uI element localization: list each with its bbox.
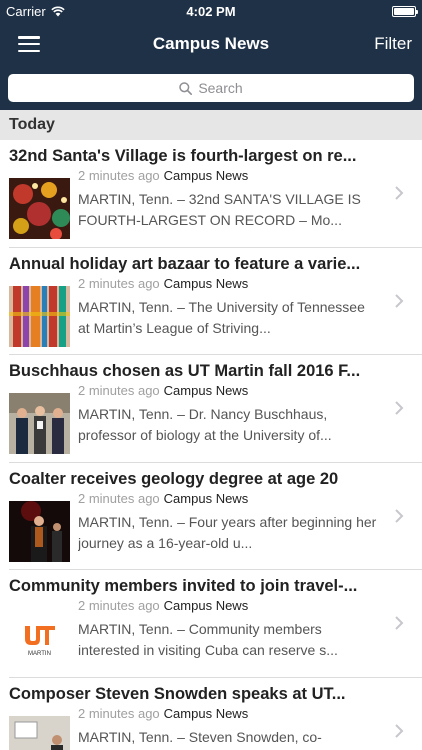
category-label: Campus News bbox=[163, 383, 249, 398]
timestamp: 2 minutes ago bbox=[78, 490, 160, 506]
timestamp: 2 minutes ago bbox=[78, 705, 160, 721]
menu-icon[interactable] bbox=[18, 36, 40, 52]
news-list: 32nd Santa's Village is fourth-largest o… bbox=[0, 140, 422, 750]
chevron-right-icon bbox=[395, 186, 404, 200]
news-snippet: MARTIN, Tenn. – 32nd SANTA'S VILLAGE IS … bbox=[78, 191, 361, 228]
category-label: Campus News bbox=[163, 490, 249, 506]
search-bar: Search bbox=[0, 66, 422, 110]
news-item[interactable]: Annual holiday art bazaar to feature a v… bbox=[0, 248, 422, 355]
news-snippet: MARTIN, Tenn. – Four years after beginni… bbox=[78, 513, 377, 551]
news-item[interactable]: Coalter receives geology degree at age 2… bbox=[0, 463, 422, 570]
nav-bar: Campus News Filter bbox=[0, 22, 422, 66]
news-thumbnail: MARTIN bbox=[9, 608, 70, 669]
news-item[interactable]: Community members invited to join travel… bbox=[0, 570, 422, 678]
battery-icon bbox=[392, 5, 418, 17]
chevron-right-icon bbox=[395, 508, 404, 523]
news-title: 32nd Santa's Village is fourth-largest o… bbox=[9, 147, 357, 165]
search-input[interactable]: Search bbox=[8, 74, 414, 102]
news-thumbnail bbox=[9, 715, 70, 750]
news-item[interactable]: 32nd Santa's Village is fourth-largest o… bbox=[0, 140, 422, 248]
news-title: Annual holiday art bazaar to feature a v… bbox=[9, 254, 361, 273]
category-label: Campus News bbox=[163, 275, 249, 291]
category-label: Campus News bbox=[163, 168, 249, 183]
chevron-right-icon bbox=[395, 723, 404, 738]
search-icon bbox=[179, 81, 193, 95]
timestamp: 2 minutes ago bbox=[78, 598, 160, 613]
christmas-ornaments-photo bbox=[9, 178, 70, 239]
news-snippet: MARTIN, Tenn. – Community members intere… bbox=[78, 621, 338, 658]
timestamp: 2 minutes ago bbox=[78, 383, 160, 398]
category-label: Campus News bbox=[163, 598, 249, 613]
news-title: Composer Steven Snowden speaks at UT... bbox=[9, 684, 346, 703]
status-left: Carrier bbox=[6, 4, 65, 19]
news-thumbnail bbox=[9, 178, 70, 239]
award-group-photo bbox=[9, 393, 70, 454]
graduation-photo bbox=[9, 500, 70, 562]
news-thumbnail bbox=[9, 500, 70, 562]
page-title: Campus News bbox=[152, 34, 270, 53]
news-thumbnail bbox=[9, 285, 70, 347]
timestamp: 2 minutes ago bbox=[78, 168, 160, 183]
filter-button[interactable]: Filter bbox=[374, 34, 412, 54]
news-snippet: MARTIN, Tenn. – The University of Tennes… bbox=[78, 298, 365, 336]
news-snippet: MARTIN, Tenn. – Steven Snowden, co- bbox=[78, 728, 322, 745]
search-placeholder: Search bbox=[198, 80, 243, 96]
news-thumbnail bbox=[9, 393, 70, 454]
logo-text: MARTIN bbox=[28, 651, 51, 657]
category-label: Campus News bbox=[163, 705, 249, 721]
news-item[interactable]: Buschhaus chosen as UT Martin fall 2016 … bbox=[0, 355, 422, 463]
timestamp: 2 minutes ago bbox=[78, 275, 160, 291]
news-title: Community members invited to join travel… bbox=[9, 577, 358, 595]
chevron-right-icon bbox=[395, 401, 404, 415]
chevron-right-icon bbox=[395, 293, 404, 308]
news-item[interactable]: Composer Steven Snowden speaks at UT... … bbox=[0, 678, 422, 750]
speaker-photo bbox=[9, 715, 70, 750]
news-title: Buschhaus chosen as UT Martin fall 2016 … bbox=[9, 362, 361, 380]
ut-martin-logo: MARTIN bbox=[9, 608, 70, 669]
wifi-icon bbox=[51, 6, 65, 16]
news-title: Coalter receives geology degree at age 2… bbox=[9, 469, 339, 488]
carrier-label: Carrier bbox=[6, 3, 46, 19]
news-snippet: MARTIN, Tenn. – Dr. Nancy Buschhaus, pro… bbox=[78, 406, 332, 443]
section-header-today: Today bbox=[0, 110, 422, 140]
chevron-right-icon bbox=[395, 616, 404, 630]
art-bazaar-photo bbox=[9, 285, 70, 347]
status-bar: Carrier 4:02 PM bbox=[0, 0, 422, 22]
